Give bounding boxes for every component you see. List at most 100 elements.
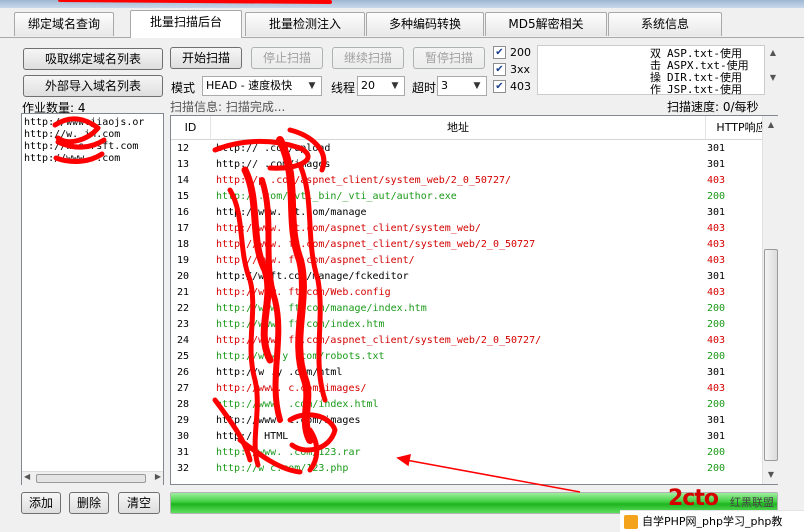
pause-scan-button[interactable]: 暂停扫描 <box>413 47 485 69</box>
dictionary-item[interactable]: 击 ASPX.txt-使用 <box>650 60 749 71</box>
list-item[interactable]: http://www. .com <box>24 154 120 164</box>
results-vscrollbar[interactable]: ▲ ▼ <box>762 116 778 484</box>
tab-batch-scan-admin[interactable]: 批量扫描后台 <box>130 10 242 38</box>
clear-button[interactable]: 清空 <box>118 492 160 514</box>
site-watermark-text: 红黑联盟 <box>730 496 774 509</box>
table-row[interactable]: 21 http://www. ft.com/Web.config 403 <box>171 285 761 301</box>
chevron-down-icon: ▼ <box>391 81 399 91</box>
table-row[interactable]: 13 http:// .com/images 301 <box>171 157 761 173</box>
row-url: http:// .com/upload <box>216 143 331 154</box>
filter-3xx-label: 3xx <box>510 63 531 76</box>
tab-bound-domain-query[interactable]: 绑定域名查询 <box>14 12 114 36</box>
table-row[interactable]: 29 http://www. c.com/images 301 <box>171 413 761 429</box>
list-item[interactable]: http://w s.rsft.com <box>24 142 138 152</box>
row-url: http://www. ft.com/aspnet_client/system_… <box>216 223 481 234</box>
tab-divider <box>0 37 804 38</box>
row-http-code: 301 <box>706 207 726 218</box>
window-title-strip <box>0 0 804 8</box>
timeout-select[interactable]: 3 ▼ <box>437 76 487 96</box>
threads-select[interactable]: 20 ▼ <box>357 76 405 96</box>
column-header-id[interactable]: ID <box>171 116 211 140</box>
domain-list-hscrollbar[interactable]: ◀ ▶ <box>22 471 163 485</box>
row-url: http:// .com/images <box>216 159 331 170</box>
filter-200-checkbox[interactable]: ✔ <box>493 46 506 59</box>
table-row[interactable]: 26 http://w .y .com/html 301 <box>171 365 761 381</box>
tab-batch-injection-check[interactable]: 批量检测注入 <box>245 12 365 36</box>
results-table[interactable]: ID 地址 HTTP响应 12 http:// .com/upload 301 13 h… <box>170 115 778 485</box>
scroll-up-icon: ▲ <box>767 120 775 129</box>
dictionary-item[interactable]: 双 ASP.txt-使用 <box>650 48 742 59</box>
row-http-code: 200 <box>706 303 726 314</box>
main-tab-bar: 绑定域名查询 批量扫描后台 批量检测注入 多种编码转换 MD5解密相关 系统信息 <box>0 8 804 38</box>
domain-list[interactable]: http://www.jiaojs.or http://w. in.com ht… <box>21 113 164 485</box>
fetch-bound-domains-button[interactable]: 吸取绑定域名列表 <box>23 48 163 70</box>
row-url: http://www. ft.com/manage/index.htm <box>216 303 427 314</box>
row-id: 29 <box>177 415 190 426</box>
table-row[interactable]: 30 http:// HTML 301 <box>171 429 761 445</box>
row-id: 23 <box>177 319 190 330</box>
table-row[interactable]: 28 http://www. .com/index.html 200 <box>171 397 761 413</box>
dictionary-scrollbar[interactable]: ▲ ▼ <box>767 48 779 94</box>
filter-3xx-checkbox[interactable]: ✔ <box>493 63 506 76</box>
tab-encoding-convert[interactable]: 多种编码转换 <box>366 12 484 36</box>
row-id: 16 <box>177 207 190 218</box>
dictionary-item[interactable]: 操 DIR.txt-使用 <box>650 72 742 83</box>
delete-button[interactable]: 删除 <box>69 492 109 514</box>
table-row[interactable]: 32 http://w c.com/123.php 200 <box>171 461 761 477</box>
row-url: http://w .y .com/html <box>216 367 343 378</box>
vscroll-thumb[interactable] <box>764 249 778 461</box>
table-row[interactable]: 18 http://www. ft.com/aspnet_client/syste… <box>171 237 761 253</box>
row-http-code: 403 <box>706 335 726 346</box>
row-url: http://www. .com/123.rar <box>216 447 361 458</box>
row-url: http://www. ft.com/aspnet_client/ <box>216 255 415 266</box>
row-url: http://www. c.com/images <box>216 415 361 426</box>
list-item[interactable]: http://www.jiaojs.or <box>24 118 144 128</box>
table-row[interactable]: 23 http://www. ft.com/index.htm 200 <box>171 317 761 333</box>
table-row[interactable]: 20 http://w ft.com/manage/fckeditor 301 <box>171 269 761 285</box>
row-url: http:/ .com/_vti_bin/_vti_aut/author.exe <box>216 191 457 202</box>
tab-md5-decrypt[interactable]: MD5解密相关 <box>485 12 607 36</box>
row-id: 13 <box>177 159 190 170</box>
row-url: http://w ft.com/manage/fckeditor <box>216 271 409 282</box>
add-button[interactable]: 添加 <box>21 492 61 514</box>
table-row[interactable]: 14 http://p .com/aspnet_client/system_web… <box>171 173 761 189</box>
resume-scan-button[interactable]: 继续扫描 <box>332 47 404 69</box>
mode-select[interactable]: HEAD - 速度极快 ▼ <box>202 76 322 96</box>
table-row[interactable]: 16 http://www. ft.com/manage 301 <box>171 205 761 221</box>
tab-system-info[interactable]: 系统信息 <box>608 12 722 36</box>
table-row[interactable]: 12 http:// .com/upload 301 <box>171 141 761 157</box>
row-url: http://www. c.com/images/ <box>216 383 367 394</box>
check-icon: ✔ <box>495 47 504 58</box>
column-header-url[interactable]: 地址 <box>211 116 706 140</box>
table-row[interactable]: 24 http://www. ft.com/aspnet_client/syste… <box>171 333 761 349</box>
list-item[interactable]: http://w. in.com <box>24 130 120 140</box>
start-scan-button[interactable]: 开始扫描 <box>170 47 242 69</box>
chevron-down-icon: ▼ <box>308 81 316 91</box>
table-row[interactable]: 17 http://www. ft.com/aspnet_client/syste… <box>171 221 761 237</box>
row-id: 25 <box>177 351 190 362</box>
row-id: 21 <box>177 287 190 298</box>
row-http-code: 403 <box>706 383 726 394</box>
filter-403-checkbox[interactable]: ✔ <box>493 80 506 93</box>
row-id: 28 <box>177 399 190 410</box>
row-id: 19 <box>177 255 190 266</box>
row-id: 24 <box>177 335 190 346</box>
table-row[interactable]: 22 http://www. ft.com/manage/index.htm 200 <box>171 301 761 317</box>
scroll-left-icon: ◀ <box>24 472 31 481</box>
dictionary-list[interactable]: 双 ASP.txt-使用 击 ASPX.txt-使用 操 DIR.txt-使用 作 JS… <box>537 45 765 95</box>
mode-value: HEAD - 速度极快 <box>206 79 293 92</box>
hscroll-thumb[interactable] <box>36 474 146 483</box>
dictionary-item[interactable]: 作 JSP.txt-使用 <box>650 84 742 95</box>
table-row[interactable]: 19 http://www. ft.com/aspnet_client/403 <box>171 253 761 269</box>
row-id: 14 <box>177 175 190 186</box>
row-http-code: 403 <box>706 287 726 298</box>
table-row[interactable]: 25 http://www.y .com/robots.txt 200 <box>171 349 761 365</box>
table-row[interactable]: 27 http://www. c.com/images/403 <box>171 381 761 397</box>
filter-200-label: 200 <box>510 46 531 59</box>
import-domains-button[interactable]: 外部导入域名列表 <box>23 75 163 97</box>
stop-scan-button[interactable]: 停止扫描 <box>251 47 323 69</box>
table-row[interactable]: 15 http:/ .com/_vti_bin/_vti_aut/author.e… <box>171 189 761 205</box>
table-row[interactable]: 31 http://www. .com/123.rar 200 <box>171 445 761 461</box>
row-http-code: 200 <box>706 319 726 330</box>
row-url: http://www. ft.com/index.htm <box>216 319 385 330</box>
